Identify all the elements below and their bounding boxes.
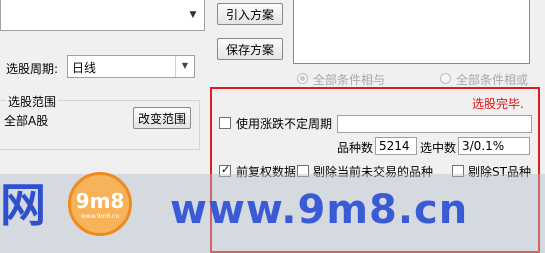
range-value: 全部A股 — [4, 114, 49, 128]
radio-and-label: 全部条件相与 — [313, 73, 386, 87]
chevron-down-icon[interactable]: ▼ — [188, 10, 198, 20]
use-period-checkbox[interactable] — [219, 117, 231, 129]
watermark-logo: 9m8 www.9m8.cn — [68, 172, 132, 236]
count-field: 5214 — [375, 137, 417, 155]
radio-or[interactable] — [440, 73, 451, 84]
description-textarea[interactable] — [293, 0, 530, 64]
chevron-down-icon[interactable]: ▼ — [175, 56, 194, 77]
radio-or-label: 全部条件相或 — [456, 73, 529, 87]
period-value: 日线 — [72, 61, 97, 75]
strategy-listbox[interactable] — [0, 0, 205, 31]
watermark-url: www.9m8.cn — [170, 187, 469, 233]
period-label: 选股周期: — [6, 62, 59, 76]
save-button[interactable]: 保存方案 — [217, 38, 283, 60]
logo-text: 9m8 — [75, 189, 125, 213]
radio-and[interactable] — [297, 73, 308, 84]
selected-label: 选中数 — [420, 141, 457, 155]
watermark-char: 网 — [0, 178, 46, 232]
logo-small-text: www.9m8.cn — [80, 213, 120, 220]
status-text: 选股完毕. — [472, 97, 524, 111]
period-select[interactable]: 日线 ▼ — [67, 55, 195, 78]
count-label: 品种数 — [337, 141, 374, 155]
selected-field: 3/0.1% — [458, 137, 530, 155]
use-period-label: 使用涨跌不定周期 — [236, 117, 333, 131]
range-group-title: 选股范围 — [6, 93, 59, 110]
import-button[interactable]: 引入方案 — [217, 3, 283, 25]
period-field[interactable] — [337, 115, 532, 133]
change-range-button[interactable]: 改变范围 — [133, 107, 191, 129]
